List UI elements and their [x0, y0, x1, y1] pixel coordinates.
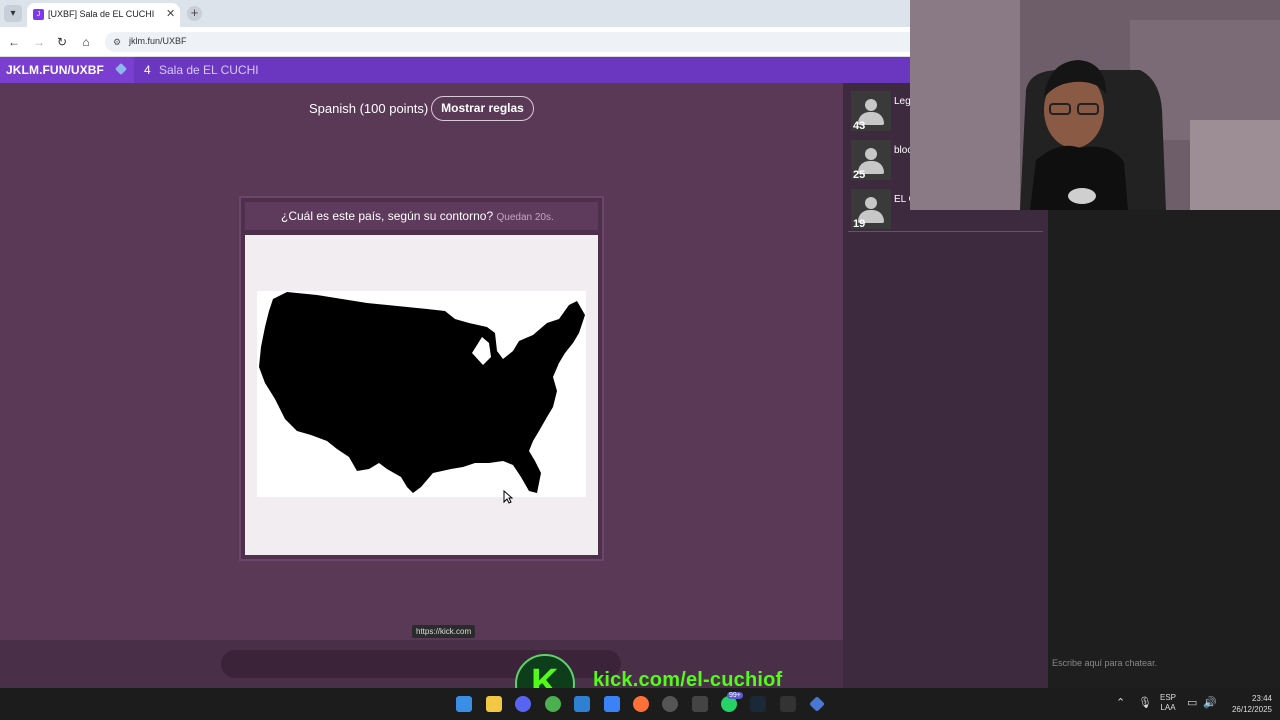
browser-tab[interactable]: J [UXBF] Sala de EL CUCHI ✕ — [27, 3, 180, 27]
volume-icon[interactable]: 🔊 — [1203, 696, 1217, 709]
chrome-icon[interactable] — [545, 696, 561, 712]
browser-tabbar: ▾ J [UXBF] Sala de EL CUCHI ✕ + — [0, 0, 910, 27]
game-main: Spanish (100 points) Mostrar reglas ¿Cuá… — [0, 83, 843, 640]
avatar: 19 — [851, 189, 891, 230]
webcam-overlay — [910, 0, 1280, 210]
browser-toolbar: ← → ↻ ⌂ ⚙ jklm.fun/UXBF — [0, 27, 910, 57]
prompt-header: ¿Cuál es este país, según su contorno? Q… — [245, 202, 598, 230]
discord-icon[interactable] — [515, 696, 531, 712]
brand-link[interactable]: JKLM.FUN/UXBF — [6, 63, 104, 77]
home-icon[interactable]: ⌂ — [78, 34, 94, 50]
steam-icon[interactable] — [750, 696, 766, 712]
streamer-webcam-icon — [910, 0, 1280, 210]
network-icon[interactable]: ▭ — [1187, 696, 1197, 709]
chat-panel: Escribe aquí para chatear. — [1048, 210, 1280, 688]
jklm-favicon-icon: J — [33, 9, 44, 20]
prompt-timer: Quedan 20s. — [496, 212, 554, 223]
usa-silhouette-icon — [259, 292, 585, 493]
obs-icon[interactable] — [662, 696, 678, 712]
tab-title: [UXBF] Sala de EL CUCHI — [48, 9, 155, 19]
chat-input[interactable]: Escribe aquí para chatear. — [1048, 651, 1280, 675]
tab-list-icon[interactable]: ▾ — [4, 5, 22, 22]
prompt-image-frame — [245, 235, 598, 555]
divider — [848, 231, 1043, 232]
app-icon[interactable] — [809, 696, 825, 712]
back-icon[interactable]: ← — [6, 34, 22, 50]
player-score: 19 — [853, 218, 866, 230]
whatsapp-badge: 99+ — [727, 692, 743, 699]
system-clock[interactable]: 23:44 26/12/2025 — [1222, 693, 1272, 715]
reload-icon[interactable]: ↻ — [54, 34, 70, 50]
avatar: 43 — [851, 91, 891, 132]
file-explorer-icon[interactable] — [486, 696, 502, 712]
country-outline-image — [257, 291, 586, 497]
chevron-up-icon[interactable]: ⌃ — [1116, 696, 1125, 709]
prompt-box: ¿Cuál es este país, según su contorno? Q… — [239, 196, 604, 561]
chat-placeholder: Escribe aquí para chatear. — [1052, 658, 1158, 668]
prompt-question: ¿Cuál es este país, según su contorno? — [281, 209, 494, 223]
avatar: 25 — [851, 140, 891, 181]
address-bar[interactable]: ⚙ jklm.fun/UXBF — [105, 32, 910, 52]
game-header: JKLM.FUN/UXBF 4 Sala de EL CUCHI — [0, 57, 910, 83]
app-icon[interactable] — [692, 696, 708, 712]
room-bar: 4 Sala de EL CUCHI — [134, 57, 910, 83]
prompt-line: ¿Cuál es este país, según su contorno? Q… — [281, 209, 554, 223]
player-count: 4 — [144, 63, 151, 77]
firefox-icon[interactable] — [633, 696, 649, 712]
show-rules-button[interactable]: Mostrar reglas — [431, 96, 534, 121]
room-name: Sala de EL CUCHI — [159, 63, 259, 77]
language-indicator[interactable]: ESP LAA — [1160, 693, 1176, 713]
taskbar: 99+ ⌃ 🎙 ESP LAA ▭ 🔊 23:44 26/12/2025 — [0, 688, 1280, 720]
app-icon[interactable] — [780, 696, 796, 712]
site-info-icon[interactable]: ⚙ — [111, 36, 123, 48]
url-text[interactable]: jklm.fun/UXBF — [129, 36, 187, 46]
link-tooltip: https://kick.com — [412, 625, 476, 638]
vscode-icon[interactable] — [574, 696, 590, 712]
forward-icon[interactable]: → — [31, 34, 47, 50]
app-icon[interactable] — [604, 696, 620, 712]
player-name: Leg — [894, 96, 911, 107]
player-score: 43 — [853, 120, 866, 132]
gem-icon — [115, 63, 127, 75]
microphone-icon[interactable]: 🎙 — [1138, 696, 1152, 709]
start-icon[interactable] — [456, 696, 472, 712]
new-tab-icon[interactable]: + — [187, 6, 202, 21]
player-score: 25 — [853, 169, 866, 181]
language-label: Spanish (100 points) — [309, 101, 429, 116]
tab-close-icon[interactable]: ✕ — [166, 7, 175, 20]
mouse-cursor-icon — [503, 490, 513, 504]
